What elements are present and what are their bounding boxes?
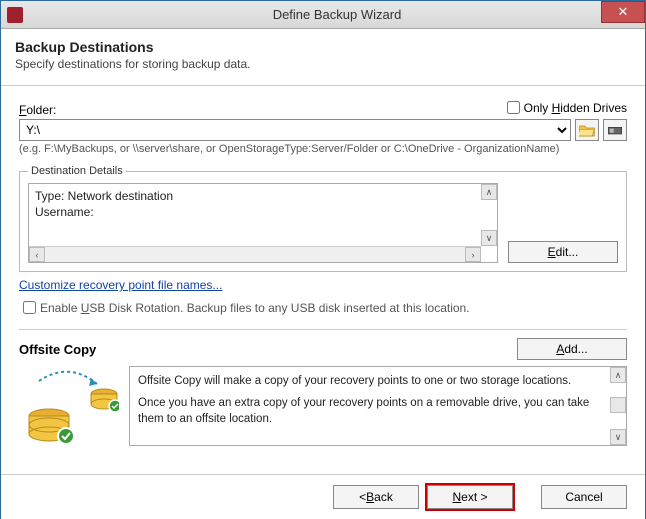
wizard-header: Backup Destinations Specify destinations… (1, 29, 645, 86)
only-hidden-drives-option[interactable]: Only Hidden Drives (503, 98, 627, 117)
offsite-scroll-down[interactable]: ∨ (610, 429, 626, 445)
destination-details-group: Destination Details Type: Network destin… (19, 165, 627, 272)
map-drive-button[interactable] (603, 119, 627, 141)
offsite-scroll-up[interactable]: ∧ (610, 367, 626, 383)
browse-folder-button[interactable] (575, 119, 599, 141)
app-icon (7, 7, 23, 23)
only-hidden-drives-checkbox[interactable] (507, 101, 520, 114)
offsite-para2: Once you have an extra copy of your reco… (138, 395, 606, 427)
destination-username-line: Username: (35, 204, 491, 220)
destination-details-box: Type: Network destination Username: ∧ ∨ … (28, 183, 498, 263)
close-icon: ✕ (618, 4, 629, 20)
folder-hint: (e.g. F:\MyBackups, or \\server\share, o… (19, 143, 627, 155)
scroll-left-button[interactable]: ‹ (29, 247, 45, 262)
scroll-right-button[interactable]: › (465, 247, 481, 262)
usb-rotation-option[interactable]: Enable USB Disk Rotation. Backup files t… (19, 298, 627, 317)
offsite-scroll-thumb[interactable] (610, 397, 626, 413)
folder-path-select[interactable]: Y:\ (19, 119, 571, 141)
page-subtitle: Specify destinations for storing backup … (15, 57, 631, 71)
horizontal-scrollbar[interactable]: ‹ › (29, 246, 481, 262)
next-button[interactable]: Next > (427, 485, 513, 509)
wizard-footer: < Back Next > Cancel (1, 474, 645, 519)
titlebar: Define Backup Wizard ✕ (1, 1, 645, 29)
destination-type-line: Type: Network destination (35, 188, 491, 204)
folder-icon (579, 123, 595, 137)
close-button[interactable]: ✕ (601, 1, 645, 23)
drive-icon (607, 123, 623, 137)
offsite-description-box: Offsite Copy will make a copy of your re… (129, 366, 627, 446)
destination-details-legend: Destination Details (28, 165, 126, 177)
content-area: Folder: Only Hidden Drives Y:\ (e.g. F:\… (1, 86, 645, 454)
edit-button[interactable]: Edit... (508, 241, 618, 263)
add-offsite-button[interactable]: Add... (517, 338, 627, 360)
scroll-down-button[interactable]: ∨ (481, 230, 497, 246)
folder-label: Folder: (19, 103, 56, 117)
customize-recovery-point-link[interactable]: Customize recovery point file names... (19, 278, 222, 292)
usb-rotation-checkbox[interactable] (23, 301, 36, 314)
back-button[interactable]: < Back (333, 485, 419, 509)
separator (19, 329, 627, 330)
only-hidden-drives-label: Only Hidden Drives (524, 101, 627, 115)
offsite-copy-title: Offsite Copy (19, 342, 96, 357)
offsite-graphic (19, 366, 119, 446)
page-title: Backup Destinations (15, 39, 631, 55)
scroll-up-button[interactable]: ∧ (481, 184, 497, 200)
offsite-para1: Offsite Copy will make a copy of your re… (138, 373, 606, 389)
usb-rotation-label: Enable USB Disk Rotation. Backup files t… (40, 301, 470, 315)
window-title: Define Backup Wizard (29, 7, 645, 22)
cancel-button[interactable]: Cancel (541, 485, 627, 509)
